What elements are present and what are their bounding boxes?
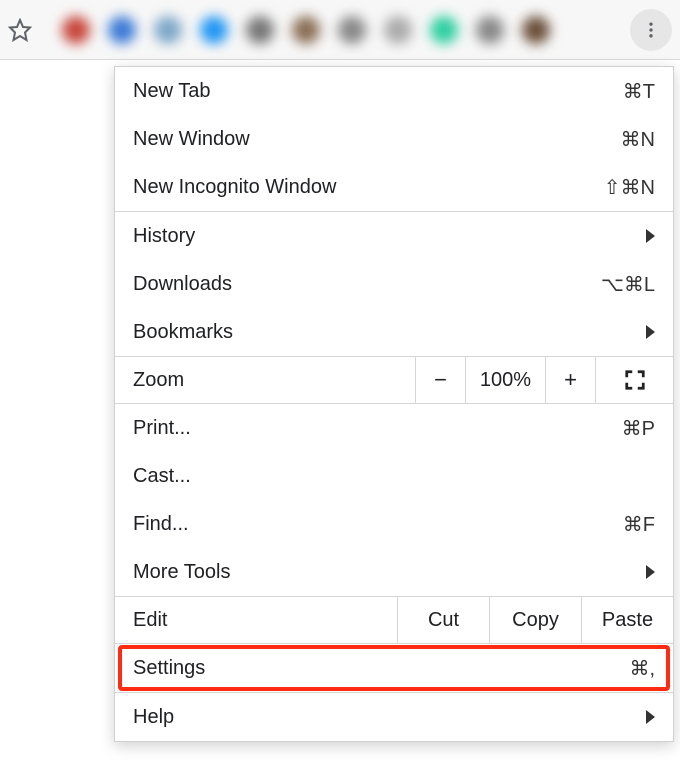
submenu-arrow-icon (646, 565, 655, 579)
fullscreen-icon (624, 369, 646, 391)
vertical-dots-icon (641, 20, 661, 40)
extension-icon[interactable] (292, 16, 320, 44)
menu-item-label: Cast... (133, 465, 655, 488)
extension-icon[interactable] (200, 16, 228, 44)
menu-item-new-tab[interactable]: New Tab ⌘T (115, 67, 673, 115)
menu-item-label: More Tools (133, 561, 646, 584)
menu-item-label: New Tab (133, 80, 623, 103)
menu-item-new-window[interactable]: New Window ⌘N (115, 115, 673, 163)
extension-icon[interactable] (62, 16, 90, 44)
extension-icon[interactable] (430, 16, 458, 44)
menu-item-shortcut: ⌥⌘L (601, 272, 655, 297)
more-menu-button[interactable] (630, 9, 672, 51)
menu-item-more-tools[interactable]: More Tools (115, 548, 673, 596)
extension-icon[interactable] (476, 16, 504, 44)
menu-item-history[interactable]: History (115, 212, 673, 260)
zoom-label: Zoom (115, 357, 415, 403)
menu-item-label: History (133, 225, 646, 248)
menu-item-print[interactable]: Print... ⌘P (115, 404, 673, 452)
edit-label: Edit (115, 597, 397, 643)
extension-icon[interactable] (338, 16, 366, 44)
menu-item-downloads[interactable]: Downloads ⌥⌘L (115, 260, 673, 308)
edit-paste-button[interactable]: Paste (581, 597, 673, 643)
chrome-main-menu: New Tab ⌘T New Window ⌘N New Incognito W… (114, 66, 674, 742)
menu-item-shortcut: ⌘F (623, 512, 655, 537)
menu-item-shortcut: ⇧⌘N (604, 175, 655, 200)
browser-toolbar (0, 0, 680, 60)
menu-item-shortcut: ⌘, (629, 656, 655, 681)
menu-item-label: New Window (133, 128, 621, 151)
menu-item-label: Downloads (133, 273, 601, 296)
submenu-arrow-icon (646, 325, 655, 339)
menu-item-label: Bookmarks (133, 321, 646, 344)
menu-item-help[interactable]: Help (115, 693, 673, 741)
menu-item-label: Find... (133, 513, 623, 536)
menu-item-label: Print... (133, 417, 622, 440)
extension-icon[interactable] (246, 16, 274, 44)
extension-icon[interactable] (154, 16, 182, 44)
fullscreen-button[interactable] (595, 357, 673, 403)
zoom-in-button[interactable]: + (545, 357, 595, 403)
menu-item-shortcut: ⌘P (622, 416, 655, 441)
menu-item-bookmarks[interactable]: Bookmarks (115, 308, 673, 356)
zoom-out-button[interactable]: − (415, 357, 465, 403)
edit-copy-button[interactable]: Copy (489, 597, 581, 643)
menu-item-settings[interactable]: Settings ⌘, (115, 644, 673, 692)
menu-item-shortcut: ⌘T (623, 79, 655, 104)
bookmark-star-icon[interactable] (8, 18, 32, 42)
submenu-arrow-icon (646, 229, 655, 243)
extension-icons-strip (62, 16, 620, 44)
menu-item-find[interactable]: Find... ⌘F (115, 500, 673, 548)
extension-icon[interactable] (522, 16, 550, 44)
menu-item-zoom: Zoom − 100% + (115, 356, 673, 404)
menu-item-incognito[interactable]: New Incognito Window ⇧⌘N (115, 163, 673, 211)
menu-item-label: New Incognito Window (133, 176, 604, 199)
menu-item-label: Settings (133, 657, 629, 680)
menu-item-cast[interactable]: Cast... (115, 452, 673, 500)
submenu-arrow-icon (646, 710, 655, 724)
extension-icon[interactable] (108, 16, 136, 44)
zoom-percentage: 100% (465, 357, 545, 403)
menu-item-edit: Edit Cut Copy Paste (115, 596, 673, 644)
edit-cut-button[interactable]: Cut (397, 597, 489, 643)
extension-icon[interactable] (384, 16, 412, 44)
menu-item-shortcut: ⌘N (621, 127, 655, 152)
menu-item-label: Help (133, 706, 646, 729)
